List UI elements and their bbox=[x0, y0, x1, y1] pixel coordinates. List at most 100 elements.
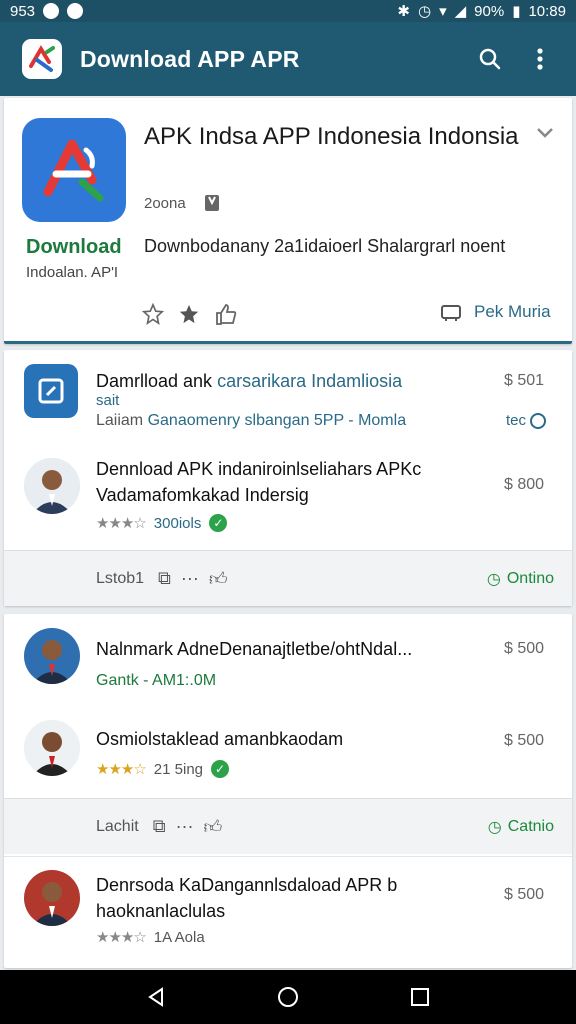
list-item[interactable]: Dennload APK indaniroinlseliahars APKc V… bbox=[4, 446, 572, 550]
status-time-left: 953 bbox=[10, 2, 36, 20]
back-triangle-icon bbox=[148, 987, 163, 1007]
recents-square-icon bbox=[411, 988, 429, 1006]
list-item-price: $ 500 bbox=[504, 640, 545, 657]
list-item-title-link2[interactable]: sait bbox=[96, 390, 476, 412]
list-item-title: Denrsoda KaDangannlsdaload APR b haoknan… bbox=[96, 875, 398, 921]
open-button[interactable]: Pek Muria bbox=[440, 302, 551, 322]
list-item[interactable]: Damrlload ank carsarikara Indamliosia sa… bbox=[4, 350, 572, 440]
back-button[interactable] bbox=[136, 977, 176, 1017]
list-item[interactable]: Osmiolstaklead amanbkaodam ★★★☆ 21 5ing … bbox=[4, 710, 572, 796]
edit-app-icon bbox=[24, 364, 78, 418]
list-item-price: $ 500 bbox=[504, 732, 545, 749]
list-item[interactable]: Nalnmark AdneDenanajtletbe/ohtNdal... Ga… bbox=[4, 614, 572, 706]
bluetooth-icon: ✱ bbox=[397, 3, 410, 20]
featured-app-meta: 2oona bbox=[144, 194, 220, 212]
featured-app-card[interactable]: Download Indoalan. AP'I APK Indsa APP In… bbox=[4, 98, 572, 344]
list-item-tag[interactable]: tec bbox=[506, 412, 547, 429]
avatar bbox=[24, 628, 80, 684]
info-icon bbox=[530, 412, 547, 429]
card-footer: Lstob1 ⧉ ··· 👍︎ ◷ Ontino bbox=[4, 550, 572, 606]
notification-icon bbox=[43, 3, 60, 19]
clock-icon: ◷ bbox=[487, 818, 502, 836]
footer-actions: ⧉ ··· 👍︎ bbox=[158, 568, 228, 590]
featured-app-description: Downbodanany 2a1idaioerl Shalargrarl noe… bbox=[144, 236, 506, 256]
rating: ★★★☆ 1A Aola bbox=[96, 928, 205, 947]
list-item-subtitle: Gantk - AM1:.0M bbox=[96, 672, 217, 689]
search-icon bbox=[479, 48, 501, 70]
list-item-price: $ 800 bbox=[504, 476, 545, 493]
meta-count: 2oona bbox=[144, 194, 186, 212]
thumbs-up-icon[interactable]: 👍︎ bbox=[209, 568, 228, 590]
avatar bbox=[24, 458, 80, 514]
thumbs-up-icon[interactable] bbox=[214, 302, 238, 326]
rating-text: 1A Aola bbox=[153, 928, 205, 946]
copy-icon[interactable]: ⧉ bbox=[158, 568, 171, 589]
rating-text: 21 5ing bbox=[153, 760, 204, 778]
clock-icon: ◷ bbox=[486, 570, 501, 588]
verified-check-icon: ✓ bbox=[209, 514, 228, 532]
home-circle-icon bbox=[278, 987, 298, 1007]
rating-stars: ★★★☆ bbox=[96, 515, 147, 532]
status-bar: 953 ✱ ◷ ▾ ◢ 90% ▮ 10:89 bbox=[0, 0, 576, 22]
home-button[interactable] bbox=[268, 977, 308, 1017]
app-bar-title: Download APP APR bbox=[80, 45, 300, 72]
featured-app-title: APK Indsa APP Indonesia Indonsia bbox=[144, 123, 519, 150]
verified-check-icon: ✓ bbox=[211, 760, 230, 778]
rating: ★★★☆ 21 5ing ✓ bbox=[96, 760, 230, 778]
expand-button[interactable] bbox=[536, 126, 554, 144]
rating-actions bbox=[142, 302, 238, 326]
battery-icon: ▮ bbox=[512, 3, 521, 20]
search-button[interactable] bbox=[470, 39, 510, 79]
list-item-price: $ 501 bbox=[504, 372, 545, 389]
download-sublabel: Indoalan. AP'I bbox=[26, 264, 119, 281]
rating-text: 300iols bbox=[153, 514, 202, 532]
chevron-down-icon bbox=[537, 128, 553, 138]
status-text: Ontino bbox=[506, 569, 554, 587]
list-item[interactable]: Denrsoda KaDangannlsdaload APR b haoknan… bbox=[4, 860, 572, 964]
more-vert-icon bbox=[537, 48, 543, 70]
list-item-title-plain: Damrlload ank bbox=[96, 371, 218, 391]
avatar bbox=[24, 870, 80, 926]
more-options-button[interactable] bbox=[520, 39, 560, 79]
avatar bbox=[24, 720, 80, 776]
app-list-card-a: Damrlload ank carsarikara Indamliosia sa… bbox=[4, 350, 572, 606]
download-label[interactable]: Download bbox=[26, 236, 122, 259]
more-horiz-icon[interactable]: ··· bbox=[181, 568, 199, 589]
footer-actions: ⧉ ··· 👍︎ bbox=[153, 816, 223, 838]
alarm-icon: ◷ bbox=[417, 3, 432, 20]
app-logo-icon bbox=[22, 39, 62, 79]
featured-app-icon bbox=[22, 118, 126, 222]
status-text: Catnio bbox=[507, 817, 554, 835]
footer-label: Lstob1 bbox=[96, 569, 145, 587]
list-item-subtitle: Laiiam Ganaomenry slbangan 5PP - Momla bbox=[96, 410, 476, 432]
list-item-subtitle-plain: Laiiam bbox=[96, 412, 148, 429]
rating-stars: ★★★☆ bbox=[96, 761, 147, 778]
rating-stars: ★★★☆ bbox=[96, 929, 147, 946]
footer-label: Lachit bbox=[96, 817, 139, 835]
system-nav-bar bbox=[0, 970, 576, 1024]
status-badge: ◷ Catnio bbox=[488, 817, 554, 837]
app-list-card-b: Nalnmark AdneDenanajtletbe/ohtNdal... Ga… bbox=[4, 614, 572, 968]
copy-icon[interactable]: ⧉ bbox=[153, 816, 166, 837]
rating: ★★★☆ 300iols ✓ bbox=[96, 514, 228, 532]
clock: 10:89 bbox=[528, 2, 566, 20]
list-item-subtitle-link[interactable]: Ganaomenry slbangan 5PP - Momla bbox=[148, 412, 407, 429]
divider bbox=[4, 856, 572, 857]
notification-icon-2 bbox=[67, 3, 84, 19]
more-horiz-icon[interactable]: ··· bbox=[176, 816, 194, 837]
list-item-title: Osmiolstaklead amanbkaodam bbox=[96, 729, 344, 749]
star-outline-icon[interactable] bbox=[142, 303, 164, 325]
card-footer: Lachit ⧉ ··· 👍︎ ◷ Catnio bbox=[4, 798, 572, 854]
tag-label: tec bbox=[506, 412, 527, 429]
status-badge: ◷ Ontino bbox=[487, 569, 554, 589]
thumbs-up-icon[interactable]: 👍︎ bbox=[204, 816, 223, 838]
list-item-title: Dennload APK indaniroinlseliahars APKc V… bbox=[96, 459, 422, 505]
star-filled-icon[interactable] bbox=[178, 303, 200, 325]
wifi-icon: ▾ bbox=[439, 3, 447, 20]
recents-button[interactable] bbox=[400, 977, 440, 1017]
cart-icon bbox=[441, 305, 461, 321]
list-item-title-link[interactable]: carsarikara Indamliosia bbox=[217, 371, 402, 391]
battery-level: 90% bbox=[474, 2, 505, 20]
list-item-price: $ 500 bbox=[504, 886, 545, 903]
open-button-label: Pek Muria bbox=[474, 302, 551, 321]
